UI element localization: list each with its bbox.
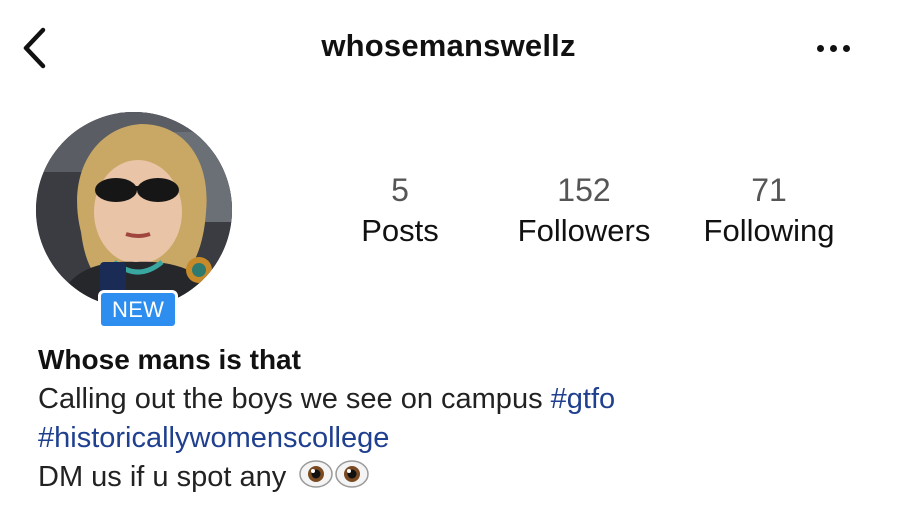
posts-label: Posts <box>361 213 439 248</box>
avatar[interactable] <box>36 112 232 308</box>
profile-page: whosemanswellz NEW 5 Posts 152 Followers… <box>0 0 897 521</box>
stat-posts[interactable]: 5 Posts <box>340 170 460 252</box>
hashtag-link[interactable]: #gtfo <box>551 383 616 415</box>
posts-count: 5 <box>391 172 409 208</box>
avatar-container[interactable]: NEW <box>36 112 232 329</box>
stat-followers[interactable]: 152 Followers <box>505 170 663 252</box>
bio-text: DM us if u spot any <box>38 461 287 493</box>
eyes-emoji-icon <box>299 460 370 488</box>
bio-text: Calling out the boys we see on campus <box>38 383 551 415</box>
bio-line-3: DM us if u spot any <box>38 458 877 497</box>
followers-count: 152 <box>557 172 611 208</box>
more-horizontal-icon <box>816 44 824 52</box>
profile-username: whosemanswellz <box>321 28 576 63</box>
bio-line-2: #historicallywomenscollege <box>38 419 877 458</box>
profile-photo <box>36 112 232 308</box>
more-dot <box>842 44 850 52</box>
profile-bio: Whose mans is that Calling out the boys … <box>38 340 877 497</box>
following-label: Following <box>703 213 835 248</box>
followers-label: Followers <box>517 213 651 248</box>
following-count: 71 <box>751 172 787 208</box>
stat-following[interactable]: 71 Following <box>690 170 848 252</box>
more-options-button[interactable] <box>809 34 857 62</box>
bio-line-1: Calling out the boys we see on campus #g… <box>38 380 877 419</box>
more-dot <box>829 44 837 52</box>
new-badge[interactable]: NEW <box>98 290 179 329</box>
display-name: Whose mans is that <box>38 344 301 375</box>
hashtag-link[interactable]: #historicallywomenscollege <box>38 422 389 454</box>
